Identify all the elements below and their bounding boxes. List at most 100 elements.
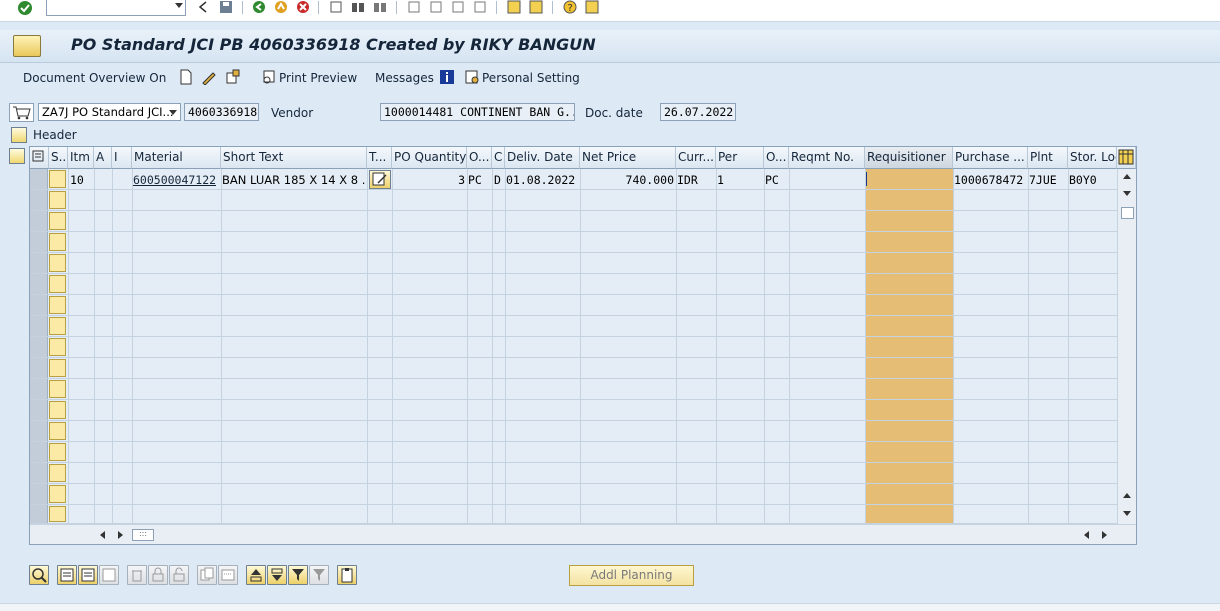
row-status-icon[interactable] [49, 506, 66, 522]
messages-button[interactable]: Messages [375, 71, 434, 85]
row-status-icon[interactable] [49, 254, 66, 272]
col-header-purchase-req[interactable]: Purchase ... [953, 147, 1028, 169]
last-page-icon[interactable] [472, 0, 488, 14]
chevron-down-icon[interactable] [169, 110, 177, 115]
row-selector[interactable] [30, 463, 48, 483]
col-header-material[interactable]: Material [132, 147, 221, 169]
copy-button[interactable] [197, 565, 217, 585]
row-status-icon[interactable] [49, 317, 66, 335]
first-page-icon[interactable] [406, 0, 422, 14]
purchase-req-cell[interactable]: 1000678472 [954, 173, 1023, 187]
cancel-icon[interactable] [295, 0, 311, 14]
row-selector[interactable] [30, 337, 48, 357]
row-selector[interactable] [30, 400, 48, 420]
back-arrow-icon[interactable] [196, 0, 212, 14]
table-row[interactable] [30, 442, 1117, 463]
print-icon[interactable] [328, 0, 344, 14]
col-header-plant[interactable]: Plnt [1028, 147, 1068, 169]
chevron-down-icon[interactable] [175, 3, 183, 8]
row-selector[interactable] [30, 421, 48, 441]
table-row[interactable] [30, 358, 1117, 379]
find-icon[interactable] [350, 0, 366, 14]
text-edit-button[interactable] [369, 170, 391, 189]
col-header-po-quantity[interactable]: PO Quantity [392, 147, 467, 169]
row-selector[interactable] [30, 442, 48, 462]
row-status-icon[interactable] [49, 191, 66, 209]
storage-location-cell[interactable]: B0Y0 [1069, 173, 1097, 187]
scroll-thumb[interactable] [1121, 207, 1134, 219]
col-header-order-unit[interactable]: O... [467, 147, 492, 169]
column-chooser-button[interactable] [1117, 147, 1136, 169]
row-status-icon[interactable] [49, 233, 66, 251]
col-header-item[interactable]: Itm [68, 147, 94, 169]
col-header-currency[interactable]: Curr... [676, 147, 716, 169]
row-selector[interactable] [30, 253, 48, 273]
deliv-date-cell[interactable]: 01.08.2022 [506, 173, 575, 187]
row-status-icon[interactable] [49, 485, 66, 503]
row-status-icon[interactable] [49, 212, 66, 230]
col-header-net-price[interactable]: Net Price [580, 147, 676, 169]
row-selector[interactable] [30, 379, 48, 399]
doc-date-field[interactable]: 26.07.2022 [660, 103, 736, 121]
select-all-button[interactable] [30, 147, 49, 169]
command-field[interactable] [46, 0, 186, 16]
scroll-thumb[interactable]: ::: [132, 529, 154, 541]
table-row[interactable] [30, 337, 1117, 358]
row-status-icon[interactable] [49, 380, 66, 398]
info-icon[interactable] [439, 69, 455, 85]
scroll-right-icon[interactable] [1102, 531, 1107, 539]
personal-setting-icon[interactable] [464, 69, 480, 85]
order-price-unit-cell[interactable]: PC [765, 173, 779, 187]
material-cell[interactable]: 600500047122 [133, 173, 216, 187]
exit-icon[interactable] [273, 0, 289, 14]
scroll-right-icon[interactable] [118, 531, 123, 539]
scroll-left-icon[interactable] [1084, 531, 1089, 539]
horizontal-scrollbar[interactable]: ::: [30, 524, 1136, 544]
table-row[interactable] [30, 253, 1117, 274]
document-overview-button[interactable]: Document Overview On [23, 71, 166, 85]
row-selector[interactable] [30, 316, 48, 336]
table-row[interactable] [30, 421, 1117, 442]
deselect-all-button[interactable] [99, 565, 119, 585]
grid-settings-icon[interactable] [32, 150, 44, 162]
col-header-reqmt-no[interactable]: Reqmt No. [789, 147, 865, 169]
enter-checkmark-icon[interactable] [16, 0, 34, 16]
col-header-status[interactable]: S.. [49, 147, 68, 169]
plant-cell[interactable]: 7JUE [1029, 173, 1057, 187]
details-button[interactable] [29, 565, 49, 585]
previous-page-icon[interactable] [428, 0, 444, 14]
vendor-field[interactable]: 1000014481 CONTINENT BAN G... [380, 103, 575, 121]
document-type-select[interactable]: ZA7J PO Standard JCI... [38, 103, 181, 121]
document-icon[interactable] [13, 35, 41, 57]
delete-filter-button[interactable] [309, 565, 329, 585]
addl-planning-button[interactable]: Addl Planning [569, 565, 694, 586]
header-section-label[interactable]: Header [33, 128, 77, 142]
select-all-rows-button[interactable] [57, 565, 77, 585]
select-block-button[interactable] [78, 565, 98, 585]
per-cell[interactable]: 1 [717, 173, 724, 187]
back-green-icon[interactable] [251, 0, 267, 14]
row-status-icon[interactable] [49, 422, 66, 440]
item-number-cell[interactable]: 10 [70, 173, 84, 187]
scroll-up-icon[interactable] [1123, 493, 1131, 498]
sort-descending-button[interactable] [267, 565, 287, 585]
next-page-icon[interactable] [450, 0, 466, 14]
sort-ascending-button[interactable] [246, 565, 266, 585]
shortcut-icon[interactable] [528, 0, 544, 14]
row-selector[interactable] [30, 169, 48, 189]
column-chooser-icon[interactable] [1118, 149, 1134, 165]
unlock-button[interactable] [169, 565, 189, 585]
col-header-storage-location[interactable]: Stor. Loc [1068, 147, 1117, 169]
layout-menu-icon[interactable] [584, 0, 600, 14]
row-selector[interactable] [30, 295, 48, 315]
order-unit-cell[interactable]: PC [468, 173, 482, 187]
row-selector[interactable] [30, 484, 48, 504]
table-row[interactable] [30, 316, 1117, 337]
vertical-scrollbar[interactable] [1117, 169, 1136, 524]
personal-setting-button[interactable]: Personal Setting [482, 71, 580, 85]
scroll-down-icon[interactable] [1123, 511, 1131, 516]
table-row[interactable] [30, 379, 1117, 400]
print-preview-button[interactable]: Print Preview [279, 71, 357, 85]
help-icon[interactable]: ? [562, 0, 578, 14]
scroll-down-icon[interactable] [1123, 191, 1131, 196]
